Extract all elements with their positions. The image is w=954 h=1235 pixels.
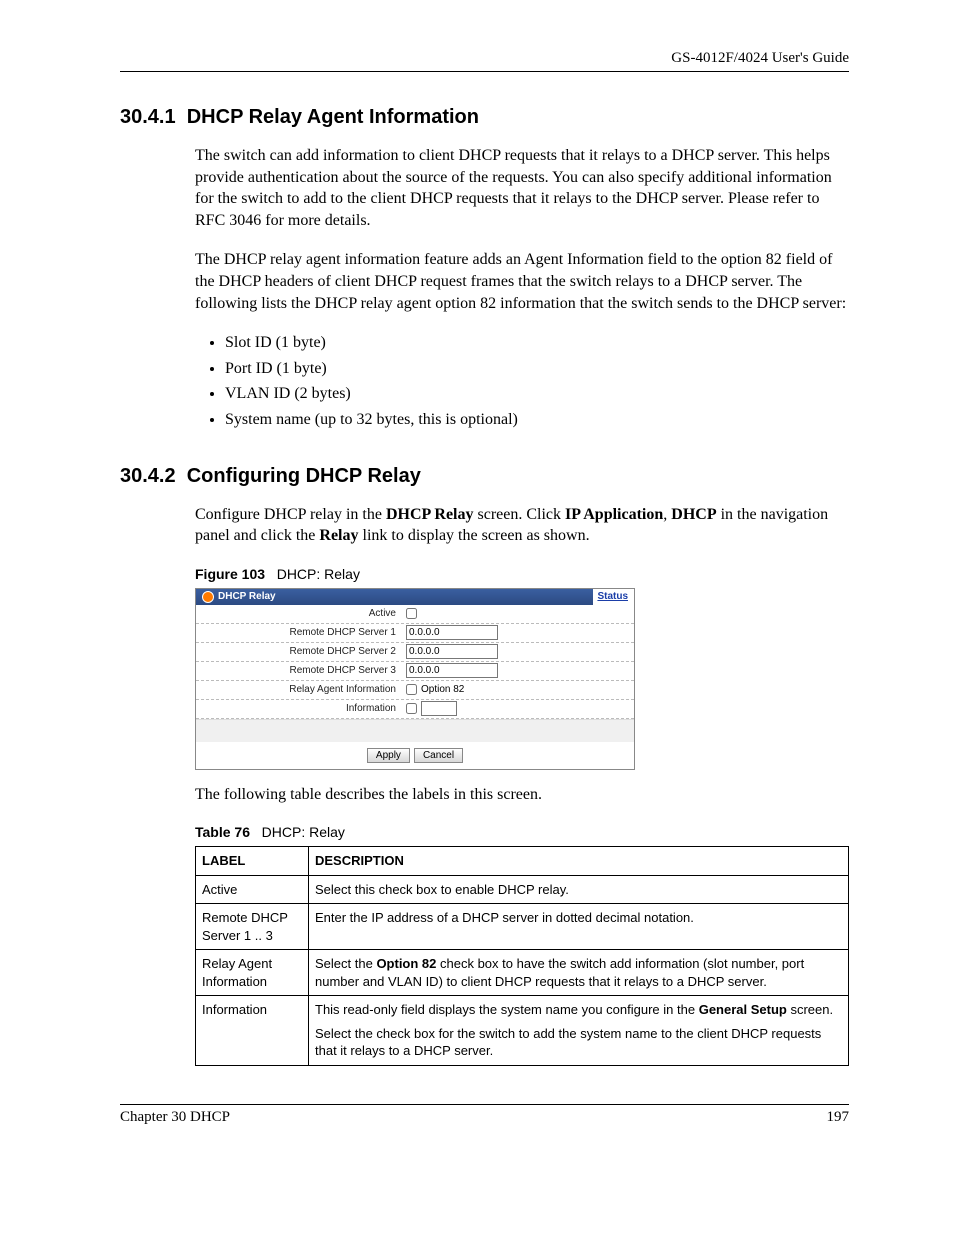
label-server2: Remote DHCP Server 2 [196, 645, 406, 659]
sec-num: 30.4.1 [120, 106, 176, 128]
th-label: LABEL [196, 847, 309, 876]
server2-input[interactable] [406, 644, 498, 659]
figure-caption: Figure 103 DHCP: Relay [195, 565, 849, 584]
server1-input[interactable] [406, 625, 498, 640]
cell-label: Information [196, 996, 309, 1066]
label-active: Active [196, 607, 406, 621]
table-row: Active Select this check box to enable D… [196, 875, 849, 904]
sec-title: Configuring DHCP Relay [187, 465, 421, 487]
apply-button[interactable]: Apply [367, 748, 410, 763]
option82-checkbox[interactable] [406, 684, 417, 695]
bullet-slot-id: Slot ID (1 byte) [225, 332, 849, 354]
table-row: Relay Agent Information Select the Optio… [196, 950, 849, 996]
cell-desc: Select this check box to enable DHCP rel… [309, 875, 849, 904]
dhcp-relay-screenshot: DHCP Relay Status Active Remote DHCP Ser… [195, 588, 635, 770]
titlebar-bullet-icon [202, 591, 214, 603]
bullet-vlan-id: VLAN ID (2 bytes) [225, 383, 849, 405]
cancel-button[interactable]: Cancel [414, 748, 463, 763]
screenshot-titlebar: DHCP Relay Status [196, 589, 634, 605]
table-row: Remote DHCP Server 1 .. 3 Enter the IP a… [196, 904, 849, 950]
cell-desc: Select the Option 82 check box to have t… [309, 950, 849, 996]
screenshot-title: DHCP Relay [218, 590, 276, 604]
label-information: Information [196, 702, 406, 716]
active-checkbox[interactable] [406, 608, 417, 619]
sec-num: 30.4.2 [120, 465, 176, 487]
information-input[interactable] [421, 701, 457, 716]
bullet-port-id: Port ID (1 byte) [225, 358, 849, 380]
label-relay-agent-info: Relay Agent Information [196, 683, 406, 697]
sec2-para1: Configure DHCP relay in the DHCP Relay s… [195, 504, 849, 547]
information-checkbox[interactable] [406, 703, 417, 714]
th-description: DESCRIPTION [309, 847, 849, 876]
footer-chapter: Chapter 30 DHCP [120, 1109, 230, 1126]
section-heading-3041: 30.4.1 DHCP Relay Agent Information [120, 106, 849, 129]
label-server3: Remote DHCP Server 3 [196, 664, 406, 678]
cell-desc: Enter the IP address of a DHCP server in… [309, 904, 849, 950]
sec1-para2: The DHCP relay agent information feature… [195, 249, 849, 314]
description-table: LABEL DESCRIPTION Active Select this che… [195, 846, 849, 1066]
table-row: Information This read-only field display… [196, 996, 849, 1066]
page-footer: Chapter 30 DHCP 197 [120, 1104, 849, 1126]
section-heading-3042: 30.4.2 Configuring DHCP Relay [120, 465, 849, 488]
cell-label: Remote DHCP Server 1 .. 3 [196, 904, 309, 950]
server3-input[interactable] [406, 663, 498, 678]
table-caption: Table 76 DHCP: Relay [195, 823, 849, 842]
bullet-system-name: System name (up to 32 bytes, this is opt… [225, 409, 849, 431]
cell-desc: This read-only field displays the system… [309, 996, 849, 1066]
after-screenshot-text: The following table describes the labels… [195, 784, 849, 806]
label-option82: Option 82 [421, 683, 464, 697]
cell-label: Relay Agent Information [196, 950, 309, 996]
footer-page-number: 197 [827, 1109, 850, 1126]
sec1-bullets: Slot ID (1 byte) Port ID (1 byte) VLAN I… [225, 332, 849, 430]
screenshot-spacer [196, 719, 634, 742]
sec1-para1: The switch can add information to client… [195, 145, 849, 231]
running-header: GS-4012F/4024 User's Guide [120, 50, 849, 67]
status-link[interactable]: Status [593, 589, 634, 605]
header-rule [120, 71, 849, 72]
label-server1: Remote DHCP Server 1 [196, 626, 406, 640]
cell-label: Active [196, 875, 309, 904]
sec-title: DHCP Relay Agent Information [187, 106, 479, 128]
